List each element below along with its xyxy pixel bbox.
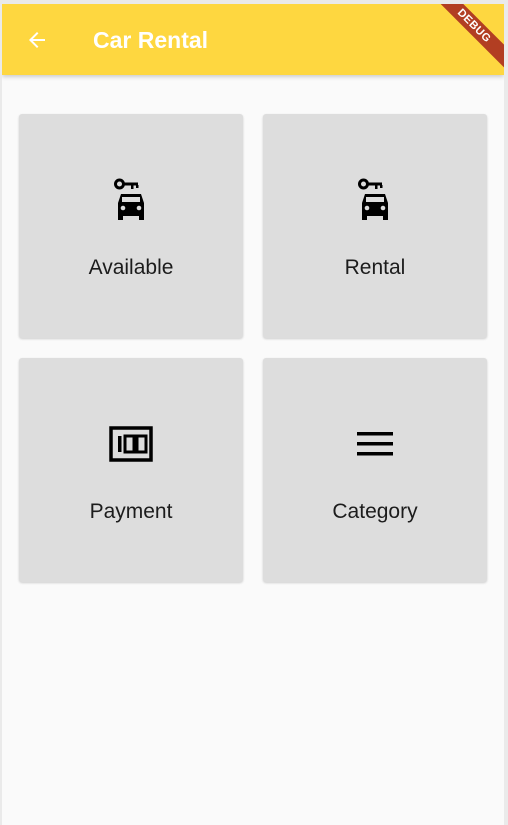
money-100-icon	[109, 426, 153, 462]
menu-lines-icon	[357, 432, 393, 456]
back-button[interactable]	[20, 23, 54, 57]
category-card[interactable]: Category	[263, 358, 487, 582]
card-label: Category	[332, 500, 418, 523]
payment-card[interactable]: Payment	[19, 358, 243, 582]
card-label: Payment	[89, 500, 173, 523]
car-rental-icon	[358, 178, 388, 220]
available-card[interactable]: Available	[19, 114, 243, 338]
rental-card[interactable]: Rental	[263, 114, 487, 338]
app-screen: Car Rental DEBUG Available Rental Paymen…	[2, 4, 504, 825]
card-label: Rental	[344, 256, 406, 279]
page-title: Car Rental	[93, 27, 209, 53]
app-bar: Car Rental	[2, 4, 504, 75]
card-label: Available	[88, 256, 174, 279]
arrow-back-icon	[29, 32, 45, 48]
car-rental-icon	[114, 178, 144, 220]
